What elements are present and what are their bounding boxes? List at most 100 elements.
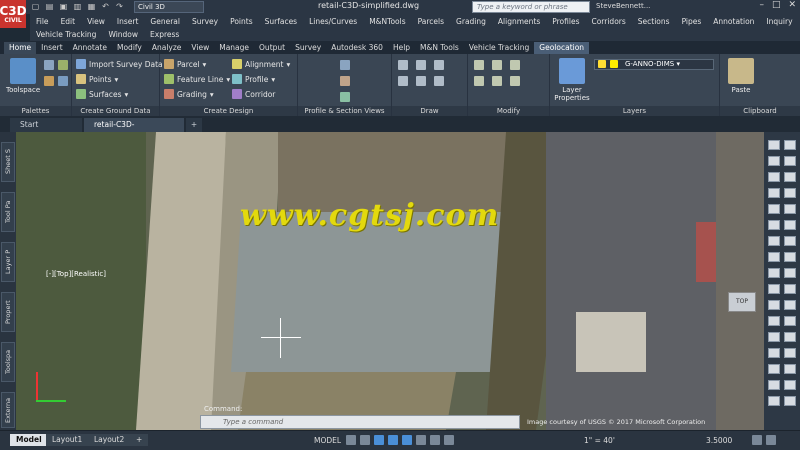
tool-icon-30[interactable] [784,364,796,374]
new-tab-button[interactable]: + [186,118,202,132]
tool-icon-14[interactable] [784,236,796,246]
menu-view[interactable]: View [81,17,111,26]
tool-icon-21[interactable] [768,300,780,310]
tab-vehicle-tracking[interactable]: Vehicle Tracking [464,42,534,54]
redo-icon[interactable]: ↷ [114,1,125,12]
tool-icon-34[interactable] [784,396,796,406]
tool-icon-15[interactable] [768,252,780,262]
rotate-icon[interactable] [492,60,502,70]
tool-icon-3[interactable] [768,156,780,166]
copy-icon[interactable] [474,76,484,86]
palette2-icon[interactable] [58,60,68,70]
menu-sections[interactable]: Sections [632,17,676,26]
mirror-icon[interactable] [492,76,502,86]
panel-title-palettes[interactable]: Palettes [0,106,71,116]
points-button[interactable]: Points ▾ [76,74,118,84]
tool-icon-11[interactable] [768,220,780,230]
add-layout-button[interactable]: + [130,434,149,446]
panel-title-design[interactable]: Create Design [160,106,297,116]
workspace-dropdown[interactable]: Civil 3D [134,1,204,13]
import-survey-button[interactable]: Import Survey Data [76,59,163,69]
palette3-icon[interactable] [44,76,54,86]
viewcube[interactable]: TOP [728,292,756,312]
parcel-button[interactable]: Parcel ▾ [164,59,206,69]
panel-title-draw[interactable]: Draw [392,106,467,116]
tab-home[interactable]: Home [4,42,37,54]
move-icon[interactable] [474,60,484,70]
tool-icon-18[interactable] [784,268,796,278]
menu-profiles[interactable]: Profiles [546,17,585,26]
section-view-icon[interactable] [340,92,350,102]
coordinate-value[interactable]: 3.5000 [706,434,732,447]
tab-mn-tools[interactable]: M&N Tools [415,42,464,54]
tool-icon-26[interactable] [784,332,796,342]
view-controls-label[interactable]: [-][Top][Realistic] [46,270,106,278]
sample-lines-icon[interactable] [340,76,350,86]
tool-icon-19[interactable] [768,284,780,294]
fillet-icon[interactable] [510,76,520,86]
palette-toolspace[interactable]: Toolspa [1,342,15,382]
tab-help[interactable]: Help [388,42,415,54]
palette-icon[interactable] [44,60,54,70]
tool-icon-9[interactable] [768,204,780,214]
palette-external[interactable]: Externa [1,392,15,428]
tool-icon-29[interactable] [768,364,780,374]
paste-button[interactable]: Paste [728,58,754,94]
menu-pipes[interactable]: Pipes [676,17,708,26]
menu-points[interactable]: Points [224,17,259,26]
tab-annotate[interactable]: Annotate [68,42,112,54]
app-logo[interactable]: C3D CIVIL [0,0,27,28]
tool-icon-5[interactable] [768,172,780,182]
menu-survey[interactable]: Survey [186,17,224,26]
model-space-toggle[interactable]: MODEL [314,434,341,447]
polyline-icon[interactable] [416,60,426,70]
tab-manage[interactable]: Manage [214,42,254,54]
saveas-icon[interactable]: ▥ [72,1,83,12]
fullscreen-icon[interactable] [766,435,776,445]
save-icon[interactable]: ▣ [58,1,69,12]
tab-geolocation[interactable]: Geolocation [534,42,590,54]
menu-vehicle-tracking[interactable]: Vehicle Tracking [30,30,102,39]
osnap-icon[interactable] [402,435,412,445]
menu-grading[interactable]: Grading [450,17,492,26]
panel-title-clipboard[interactable]: Clipboard [720,106,800,116]
profile-view-icon[interactable] [340,60,350,70]
panel-title-ground[interactable]: Create Ground Data [72,106,159,116]
tool-icon-16[interactable] [784,252,796,262]
menu-annotation[interactable]: Annotation [707,17,760,26]
tool-icon-22[interactable] [784,300,796,310]
search-input[interactable]: Type a keyword or phrase [472,1,590,13]
panel-title-layers[interactable]: Layers [550,106,719,116]
tool-icon-33[interactable] [768,396,780,406]
menu-edit[interactable]: Edit [55,17,82,26]
lineweight-icon[interactable] [430,435,440,445]
palette4-icon[interactable] [58,76,68,86]
hatch-icon[interactable] [434,76,444,86]
menu-general[interactable]: General [144,17,186,26]
menu-insert[interactable]: Insert [111,17,145,26]
tool-icon-31[interactable] [768,380,780,390]
menu-file[interactable]: File [30,17,55,26]
toolspace-button[interactable]: Toolspace [6,58,40,94]
tab-survey[interactable]: Survey [290,42,326,54]
menu-alignments[interactable]: Alignments [492,17,546,26]
panel-title-modify[interactable]: Modify [468,106,549,116]
maximize-icon[interactable]: □ [772,0,781,10]
snap-icon[interactable] [360,435,370,445]
customize-icon[interactable] [752,435,762,445]
layer-properties-button[interactable]: Layer Properties [554,58,590,102]
surfaces-button[interactable]: Surfaces ▾ [76,89,128,99]
undo-icon[interactable]: ↶ [100,1,111,12]
tool-icon-8[interactable] [784,188,796,198]
circle-icon[interactable] [398,76,408,86]
tool-icon-25[interactable] [768,332,780,342]
tab-analyze[interactable]: Analyze [147,42,187,54]
close-icon[interactable]: ✕ [788,0,796,10]
tab-retail-drawing[interactable]: retail-C3D-simplified* [84,118,184,143]
ortho-icon[interactable] [374,435,384,445]
annotation-scale[interactable]: 1" = 40' [584,434,615,447]
tool-icon-4[interactable] [784,156,796,166]
palette-sheet-set[interactable]: Sheet S [1,142,15,182]
tool-icon-7[interactable] [768,188,780,198]
new-icon[interactable]: ▢ [30,1,41,12]
